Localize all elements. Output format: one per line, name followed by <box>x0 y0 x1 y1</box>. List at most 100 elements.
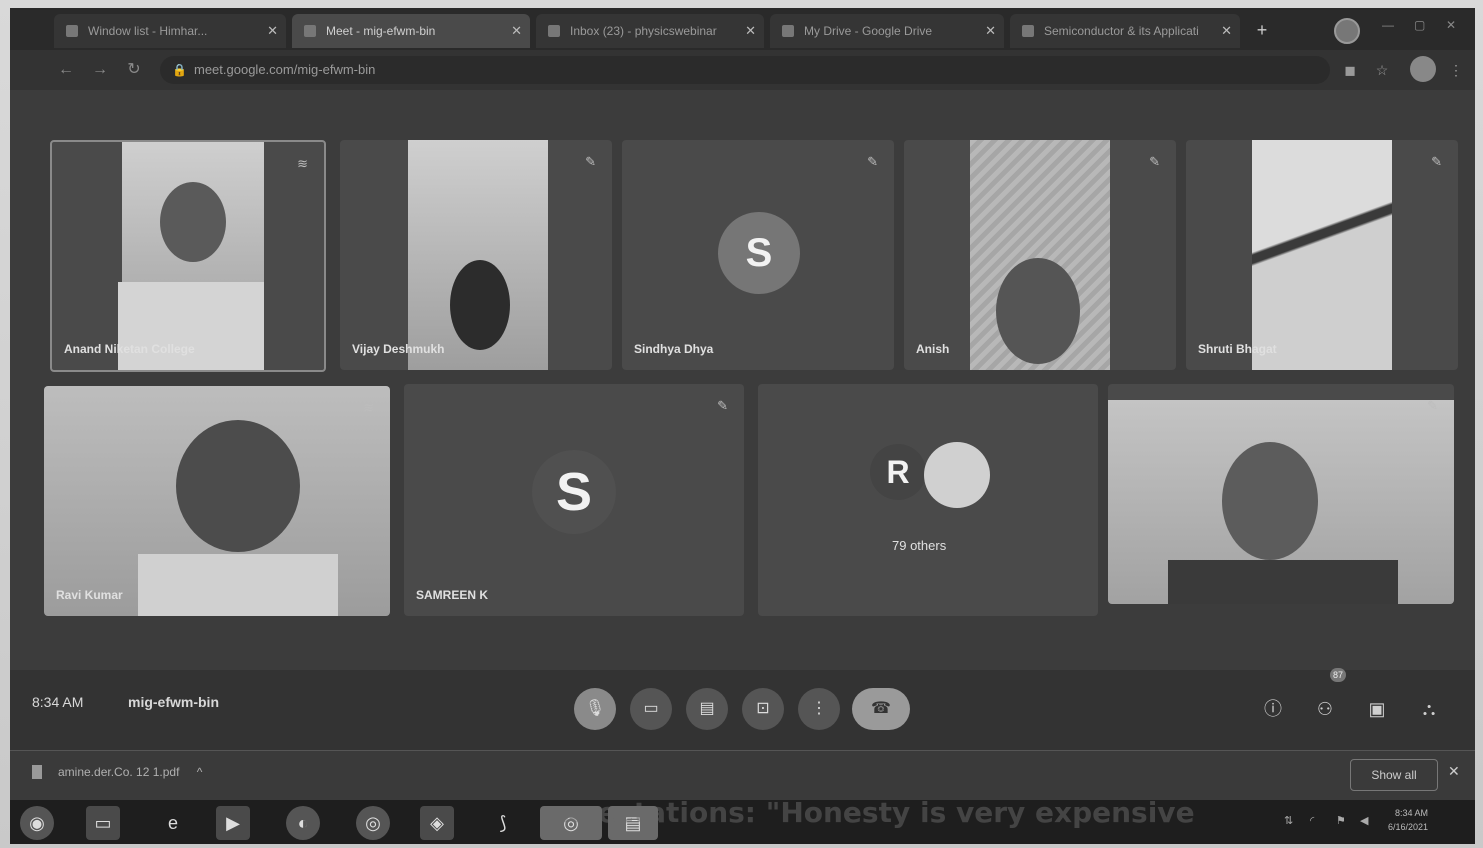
people-icon[interactable]: ⚇ <box>1310 694 1340 724</box>
account-avatar[interactable] <box>1410 56 1436 82</box>
participant-name: Vijay Deshmukh <box>352 342 445 356</box>
maximize-icon[interactable]: ▢ <box>1414 18 1425 32</box>
new-tab-button[interactable]: + <box>1250 18 1274 42</box>
clock-time: 8:34 AM <box>1395 808 1429 818</box>
participant-body <box>138 554 338 616</box>
browser-toolbar: ← → ↻ 🔒 meet.google.com/mig-efwm-bin ◼ ☆… <box>10 50 1475 90</box>
address-bar[interactable]: 🔒 meet.google.com/mig-efwm-bin <box>160 56 1330 84</box>
others-tile[interactable]: R 79 others <box>758 384 1098 616</box>
participant-tile[interactable]: S ✎ SAMREEN K <box>404 384 744 616</box>
lock-icon: 🔒 <box>172 63 187 77</box>
info-icon[interactable]: ⓘ <box>1258 694 1288 724</box>
audio-wave-icon: ≋ <box>297 156 308 171</box>
network-icon[interactable]: ⇅ <box>1284 814 1293 827</box>
participant-body <box>1168 560 1398 604</box>
back-icon[interactable]: ← <box>54 58 78 82</box>
edge-icon[interactable]: e <box>156 806 190 840</box>
paper-bleed-through-text: xpectations: "Honesty is very expensive <box>560 796 1195 829</box>
participant-face <box>996 258 1080 364</box>
clock-date: 6/16/2021 <box>1388 822 1429 832</box>
close-window-icon[interactable]: ✕ <box>1446 18 1456 32</box>
camera-app-icon[interactable]: ◈ <box>420 806 454 840</box>
meet-control-bar: 8:34 AM mig-efwm-bin 🎙 ▭ ▤ ⊡ ⋮ ☎ ⓘ ⚇ ▣ ⛬ <box>10 670 1475 750</box>
participant-name: Sindhya Dhya <box>634 342 714 356</box>
chrome-icon[interactable]: ◎ <box>356 806 390 840</box>
tab-label: Window list - Himhar... <box>88 24 208 38</box>
participant-avatar: S <box>532 450 616 534</box>
star-icon[interactable]: ☆ <box>1370 58 1394 82</box>
minimize-icon[interactable]: — <box>1382 18 1394 32</box>
show-all-button[interactable]: Show all <box>1350 759 1438 791</box>
participant-tile[interactable]: S ✎ Sindhya Dhya <box>622 140 894 370</box>
reload-icon[interactable]: ↻ <box>122 58 146 82</box>
menu-icon[interactable]: ⋮ <box>1444 58 1468 82</box>
file-explorer-icon[interactable]: ▭ <box>86 806 120 840</box>
volume-icon[interactable]: ◀ <box>1360 814 1368 827</box>
participant-tile[interactable]: ✎ Anish <box>904 140 1176 370</box>
close-icon[interactable]: ✕ <box>1448 763 1460 780</box>
tab-inbox[interactable]: Inbox (23) - physicswebinar ✕ <box>536 14 764 48</box>
participant-tile[interactable]: ✎ <box>1108 384 1454 604</box>
system-clock[interactable]: 8:34 AM 6/16/2021 <box>1388 806 1428 834</box>
close-icon[interactable]: ✕ <box>1221 14 1232 48</box>
media-icon[interactable]: ▶ <box>216 806 250 840</box>
tab-document[interactable]: Semiconductor & its Applicati ✕ <box>1010 14 1240 48</box>
participant-body <box>118 282 264 370</box>
participant-avatar: S <box>718 212 800 294</box>
close-icon[interactable]: ✕ <box>511 14 522 48</box>
meeting-time: 8:34 AM <box>32 694 84 710</box>
more-options-button[interactable]: ⋮ <box>798 688 840 730</box>
camera-blocked-icon[interactable]: ◼ <box>1338 58 1362 82</box>
close-icon[interactable]: ✕ <box>985 14 996 48</box>
leave-call-button[interactable]: ☎ <box>852 688 910 730</box>
acrobat-icon[interactable]: ⟆ <box>486 806 520 840</box>
participant-face <box>1222 442 1318 560</box>
tab-label: Meet - mig-efwm-bin <box>326 24 436 38</box>
participant-name: Anish <box>916 342 950 356</box>
tab-window-list[interactable]: Window list - Himhar... ✕ <box>54 14 286 48</box>
gmail-icon <box>548 25 560 37</box>
wifi-icon[interactable]: ◜ <box>1310 814 1314 827</box>
mic-off-icon: ✎ <box>585 154 596 169</box>
screen: Window list - Himhar... ✕ Meet - mig-efw… <box>10 8 1475 844</box>
meet-favicon-icon <box>304 25 316 37</box>
download-item[interactable]: amine.der.Co. 12 1.pdf ^ <box>32 765 202 779</box>
profile-icon[interactable] <box>1334 18 1360 44</box>
participant-name: Shruti Bhagat <box>1198 342 1277 356</box>
close-icon[interactable]: ✕ <box>267 14 278 48</box>
participant-tile[interactable]: ≋ Ravi Kumar <box>44 386 390 616</box>
downloads-bar: amine.der.Co. 12 1.pdf ^ Show all ✕ <box>10 750 1475 801</box>
people-count-badge: 87 <box>1330 668 1346 682</box>
camera-button[interactable]: ▭ <box>630 688 672 730</box>
chat-icon[interactable]: ▣ <box>1362 694 1392 724</box>
participant-avatar: R <box>870 444 926 500</box>
participant-tile[interactable]: ✎ Shruti Bhagat <box>1186 140 1458 370</box>
participant-tile[interactable]: ≋ Anand Niketan College <box>50 140 326 372</box>
tab-label: Inbox (23) - physicswebinar <box>570 24 717 38</box>
others-count: 79 others <box>892 538 947 553</box>
activities-icon[interactable]: ⛬ <box>1414 694 1444 724</box>
start-icon[interactable]: ◉ <box>20 806 54 840</box>
participant-name: Anand Niketan College <box>64 342 195 356</box>
participant-face <box>176 420 300 552</box>
participant-tile[interactable]: ✎ Vijay Deshmukh <box>340 140 612 370</box>
download-file-name: amine.der.Co. 12 1.pdf <box>58 765 180 779</box>
forward-icon[interactable]: → <box>88 58 112 82</box>
microphone-button[interactable]: 🎙 <box>574 688 616 730</box>
tab-label: My Drive - Google Drive <box>804 24 933 38</box>
captions-button[interactable]: ▤ <box>686 688 728 730</box>
meeting-code: mig-efwm-bin <box>128 694 219 710</box>
app-icon[interactable]: ◐ <box>286 806 320 840</box>
present-button[interactable]: ⊡ <box>742 688 784 730</box>
chevron-up-icon[interactable]: ^ <box>197 765 203 779</box>
tab-meet[interactable]: Meet - mig-efwm-bin ✕ <box>292 14 530 48</box>
close-icon[interactable]: ✕ <box>745 14 756 48</box>
notification-icon[interactable]: ⚑ <box>1336 814 1346 827</box>
participant-name: SAMREEN K <box>416 588 489 602</box>
drive-icon <box>782 25 794 37</box>
tab-drive[interactable]: My Drive - Google Drive ✕ <box>770 14 1004 48</box>
document-icon <box>1022 25 1034 37</box>
participant-photo-avatar <box>924 442 990 508</box>
participant-name: Ravi Kumar <box>56 588 123 602</box>
mic-off-icon: ✎ <box>1431 154 1442 169</box>
